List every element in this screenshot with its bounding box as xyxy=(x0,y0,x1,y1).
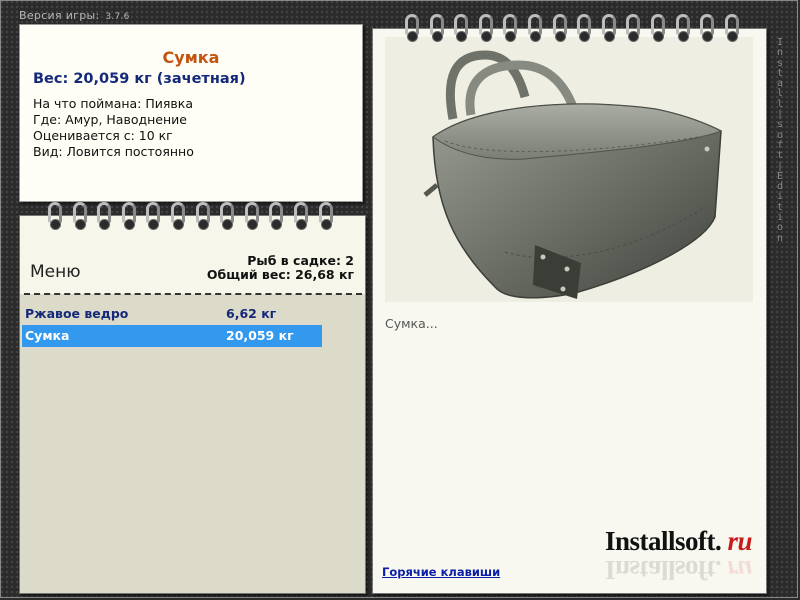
version-number: 3.7.6 xyxy=(105,12,130,22)
spiral-ring xyxy=(405,14,420,44)
spiral-ring xyxy=(601,14,617,44)
edition-side-caption: In s t a l l | s o f t | Ed i t i o n xyxy=(776,37,784,244)
spiral-ring xyxy=(429,14,445,44)
game-version: Версия игры: 3.7.6 xyxy=(19,9,130,22)
fish-count: Рыб в садке: 2 xyxy=(247,253,354,268)
menu-spiral-binding xyxy=(48,202,343,232)
spiral-ring xyxy=(626,14,641,44)
fish-value: Оценивается с: 10 кг xyxy=(33,128,173,143)
item-weight: 6,62 кг xyxy=(226,306,277,321)
fish-title: Сумка xyxy=(162,48,220,67)
spiral-ring xyxy=(170,202,186,232)
logo-ru-reflection: ru xyxy=(727,555,753,585)
spiral-ring xyxy=(220,202,235,232)
spiral-ring xyxy=(318,202,334,232)
divider xyxy=(24,293,362,295)
fish-kind: Вид: Ловится постоянно xyxy=(33,144,194,159)
bag-image xyxy=(423,50,723,299)
spiral-ring xyxy=(146,202,161,232)
spiral-ring xyxy=(552,14,568,44)
item-name: Ржавое ведро xyxy=(25,306,129,321)
fish-weight: Вес: 20,059 кг (зачетная) xyxy=(33,71,246,87)
spiral-ring xyxy=(700,14,715,44)
spiral-ring xyxy=(244,202,260,232)
version-label: Версия игры: xyxy=(19,9,100,22)
hotkeys-link[interactable]: Горячие клавиши xyxy=(382,565,500,579)
spiral-ring xyxy=(293,202,309,232)
spiral-ring xyxy=(650,14,666,44)
spiral-ring xyxy=(121,202,137,232)
item-name: Сумка xyxy=(25,328,70,343)
spiral-ring xyxy=(527,14,543,44)
fish-info-card: Сумка Вес: 20,059 кг (зачетная) На что п… xyxy=(19,24,363,202)
logo-text-reflection: Installsoft. xyxy=(605,555,722,585)
spiral-ring xyxy=(269,202,284,232)
catch-list-item[interactable]: Ржавое ведро 6,62 кг xyxy=(22,303,322,325)
spiral-ring xyxy=(577,14,592,44)
notebook-spiral-binding xyxy=(405,14,749,44)
logo-ru: ru xyxy=(727,526,753,556)
spiral-ring xyxy=(478,14,494,44)
item-weight: 20,059 кг xyxy=(226,328,294,343)
logo-text: Installsoft. xyxy=(605,526,722,556)
fish-bait: На что поймана: Пиявка xyxy=(33,96,193,111)
spiral-ring xyxy=(503,14,518,44)
spiral-ring xyxy=(97,202,112,232)
spiral-ring xyxy=(454,14,469,44)
detail-notebook-panel: Сумка... Installsoft. ru Installsoft. ru… xyxy=(372,28,767,594)
total-weight: Общий вес: 26,68 кг xyxy=(206,267,354,282)
logo-reflection: Installsoft. ru xyxy=(605,554,752,585)
menu-title: Меню xyxy=(30,262,81,282)
fish-location: Где: Амур, Наводнение xyxy=(33,112,187,127)
item-description: Сумка... xyxy=(385,316,438,331)
spiral-ring xyxy=(675,14,691,44)
installsoft-logo: Installsoft. ru xyxy=(605,526,753,557)
spiral-ring xyxy=(72,202,88,232)
catch-list-item-selected[interactable]: Сумка 20,059 кг xyxy=(22,325,322,347)
spiral-ring xyxy=(195,202,211,232)
catch-menu-panel: Меню Рыб в садке: 2 Общий вес: 26,68 кг … xyxy=(19,215,366,594)
catch-photo xyxy=(385,37,753,302)
spiral-ring xyxy=(724,14,740,44)
spiral-ring xyxy=(48,202,63,232)
